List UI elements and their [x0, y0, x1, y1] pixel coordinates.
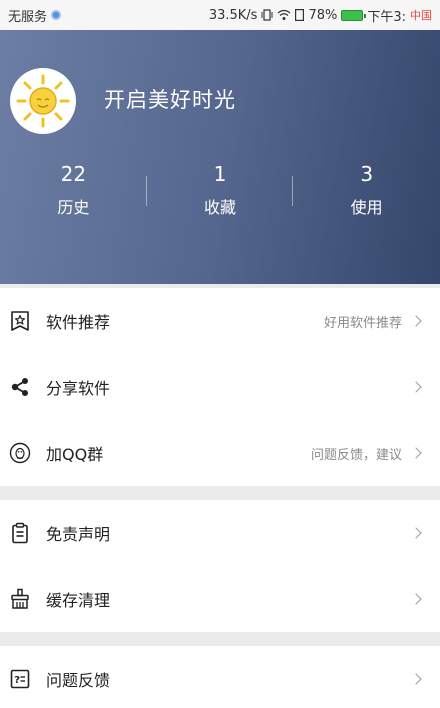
menu-hint: 问题反馈，建议: [310, 447, 402, 463]
notification-icon: [51, 10, 62, 20]
status-time: 下午3:: [367, 9, 406, 25]
stat-value: 1: [213, 162, 227, 186]
svg-text:?: ?: [14, 675, 20, 686]
star-bookmark-icon: [8, 309, 32, 333]
stat-label: 收藏: [204, 198, 237, 217]
chevron-right-icon: [410, 593, 422, 605]
status-bar: 无服务 33.5K/s 78% 下午3: 中国: [0, 0, 440, 30]
stat-divider: [292, 176, 293, 206]
battery-icon: [341, 9, 367, 21]
wifi-icon: [278, 9, 291, 20]
chevron-right-icon: [410, 527, 422, 539]
menu-item-disclaimer[interactable]: 免责声明: [0, 500, 440, 566]
stat-divider: [146, 176, 147, 206]
menu-label: 免责声明: [46, 525, 111, 544]
chevron-right-icon: [410, 447, 422, 459]
menu-hint: 好用软件推荐: [323, 315, 402, 331]
menu-label: 分享软件: [46, 379, 111, 398]
stat-label: 使用: [350, 198, 383, 217]
menu-label: 加QQ群: [46, 445, 104, 464]
menu-section-1: 软件推荐 好用软件推荐 分享软件 加QQ群 问题反馈，建议: [0, 288, 440, 486]
menu-section-2: 免责声明 缓存清理: [0, 500, 440, 632]
stat-history[interactable]: 22 历史: [0, 160, 147, 220]
profile-header: 开启美好时光 22 历史 1 收藏 3 使用: [0, 30, 440, 284]
stats-row: 22 历史 1 收藏 3 使用: [0, 160, 440, 220]
share-icon: [8, 375, 32, 399]
sim-icon: [295, 9, 305, 21]
status-right: 33.5K/s 78% 下午3: 中国: [209, 6, 432, 25]
menu-item-feedback[interactable]: ? 问题反馈: [0, 646, 440, 708]
menu-item-share-software[interactable]: 分享软件: [0, 354, 440, 420]
menu-label: 软件推荐: [46, 313, 111, 332]
menu-item-clear-cache[interactable]: 缓存清理: [0, 566, 440, 632]
stat-favorites[interactable]: 1 收藏: [147, 160, 294, 220]
clipboard-icon: [8, 521, 32, 545]
sun-icon: [16, 74, 70, 128]
menu-section-3: ? 问题反馈: [0, 646, 440, 708]
menu-label: 问题反馈: [46, 671, 111, 690]
stat-label: 历史: [57, 198, 90, 217]
broom-icon: [8, 587, 32, 611]
chevron-right-icon: [410, 673, 422, 685]
stat-value: 3: [360, 162, 374, 186]
question-form-icon: ?: [8, 667, 32, 691]
carrier-fragment: 中国: [410, 9, 432, 22]
battery-percent: 78%: [308, 7, 338, 23]
chevron-right-icon: [410, 315, 422, 327]
menu-label: 缓存清理: [46, 591, 111, 610]
chevron-right-icon: [410, 381, 422, 393]
qq-penguin-icon: [8, 441, 32, 465]
menu-item-software-recommend[interactable]: 软件推荐 好用软件推荐: [0, 288, 440, 354]
network-speed: 33.5K/s: [208, 7, 258, 23]
no-service-text: 无服务: [8, 9, 48, 25]
status-left: 无服务: [8, 6, 62, 25]
avatar[interactable]: [10, 68, 76, 134]
stat-value: 22: [60, 162, 87, 186]
vibrate-icon: [261, 9, 273, 21]
menu-item-join-qq-group[interactable]: 加QQ群 问题反馈，建议: [0, 420, 440, 486]
profile-name: 开启美好时光: [104, 88, 236, 112]
stat-used[interactable]: 3 使用: [293, 160, 440, 220]
